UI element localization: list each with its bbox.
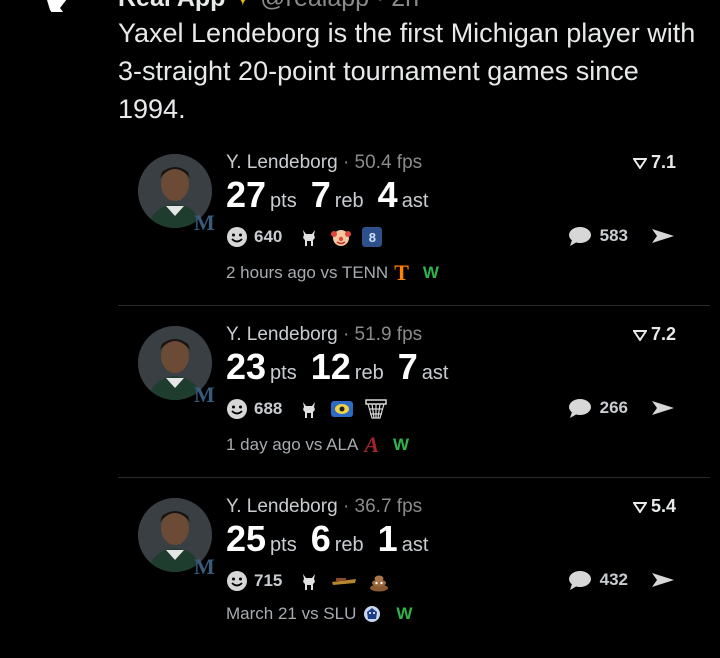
game-result: W	[393, 435, 410, 454]
ast-value: 7	[397, 346, 418, 387]
comment-bubble-icon	[568, 227, 591, 246]
number-8-badge-icon[interactable]: 8	[362, 227, 383, 247]
tennessee-logo-icon: T	[394, 260, 409, 285]
smiley-icon[interactable]	[226, 398, 248, 420]
reb-value: 6	[310, 518, 331, 559]
pts-unit: pts	[270, 534, 297, 556]
eye-badge-icon[interactable]	[330, 398, 354, 420]
fps-value: 50.4 fps	[354, 152, 423, 173]
goat-icon[interactable]	[298, 570, 320, 592]
game-meta: March 21 vs SLU W	[226, 604, 412, 624]
goat-icon[interactable]	[298, 398, 320, 420]
game-card[interactable]: M Y. Lendeborg · 36.7 fps 5.4 25 pts 6 reb 1…	[118, 484, 710, 644]
reaction-bar: 640 8	[226, 226, 383, 248]
michigan-logo-icon: M	[194, 554, 215, 579]
filter-down-icon	[632, 502, 648, 514]
michigan-logo-icon: M	[194, 382, 215, 407]
clown-icon[interactable]	[330, 226, 352, 248]
rating-value: 7.2	[650, 324, 676, 344]
poop-icon[interactable]	[368, 570, 390, 592]
reaction-count: 715	[254, 571, 283, 590]
tweet-text: Yaxel Lendeborg is the first Michigan pl…	[118, 18, 696, 124]
game-time: 2 hours ago vs TENN	[226, 263, 389, 282]
pts-value: 25	[226, 518, 267, 559]
author-name[interactable]: Real App	[118, 0, 225, 12]
game-result: W	[422, 263, 439, 282]
reaction-bar: 715	[226, 570, 390, 592]
fps-value: 36.7 fps	[354, 496, 423, 517]
comment-count: 266	[599, 398, 628, 417]
ast-unit: ast	[421, 362, 449, 384]
reaction-count: 688	[254, 399, 283, 418]
reb-value: 7	[310, 174, 331, 215]
pts-value: 23	[226, 346, 267, 387]
stat-line: 23 pts 12 reb 7 ast	[226, 346, 462, 388]
rating[interactable]: 5.4	[632, 496, 676, 517]
basketball-hoop-icon[interactable]	[364, 398, 388, 420]
sticker-icon[interactable]	[330, 570, 358, 592]
comments[interactable]: 432	[568, 570, 676, 590]
divider	[118, 477, 710, 478]
rating-value: 7.1	[650, 152, 676, 172]
share-arrow-icon[interactable]	[650, 570, 676, 590]
game-time: 1 day ago vs ALA	[226, 435, 359, 454]
post-time: 2h	[391, 0, 419, 12]
ast-unit: ast	[401, 534, 429, 556]
game-meta: 1 day ago vs ALA A W	[226, 432, 409, 458]
reaction-bar: 688	[226, 398, 388, 420]
game-time: March 21 vs SLU	[226, 604, 357, 623]
comment-bubble-icon	[568, 399, 591, 418]
filter-down-icon	[632, 330, 648, 342]
comment-bubble-icon	[568, 571, 591, 590]
game-meta: 2 hours ago vs TENN T W	[226, 260, 439, 286]
fps-value: 51.9 fps	[354, 324, 423, 345]
player-name[interactable]: Y. Lendeborg	[226, 496, 338, 517]
comment-count: 432	[599, 570, 628, 589]
reb-unit: reb	[354, 362, 384, 384]
author-handle[interactable]: @realapp	[260, 0, 369, 12]
comment-count: 583	[599, 226, 628, 245]
ast-value: 1	[377, 518, 398, 559]
reb-unit: reb	[334, 190, 364, 212]
author-line: Real App ✦ @realapp · 2h	[118, 0, 419, 12]
app-logo-icon[interactable]	[40, 0, 80, 12]
reb-value: 12	[310, 346, 351, 387]
game-card[interactable]: M Y. Lendeborg · 51.9 fps 7.2 23 pts 12 reb…	[118, 312, 710, 472]
pts-unit: pts	[270, 190, 297, 212]
rating-value: 5.4	[650, 496, 676, 516]
game-result: W	[396, 604, 413, 623]
comments[interactable]: 583	[568, 226, 676, 246]
more-options-icon[interactable]: •••	[691, 0, 712, 9]
pts-value: 27	[226, 174, 267, 215]
smiley-icon[interactable]	[226, 226, 248, 248]
verified-badge-icon: ✦	[232, 0, 253, 12]
reaction-count: 640	[254, 227, 283, 246]
comments[interactable]: 266	[568, 398, 676, 418]
tweet-header: Real App ✦ @realapp · 2h •••	[0, 0, 720, 12]
stat-line: 25 pts 6 reb 1 ast	[226, 518, 442, 560]
share-arrow-icon[interactable]	[650, 226, 676, 246]
ast-unit: ast	[401, 190, 429, 212]
alabama-logo-icon: A	[364, 432, 380, 457]
player-byline: Y. Lendeborg · 36.7 fps	[226, 496, 423, 517]
player-name[interactable]: Y. Lendeborg	[226, 152, 338, 173]
ast-value: 4	[377, 174, 398, 215]
reb-unit: reb	[334, 534, 364, 556]
share-arrow-icon[interactable]	[650, 398, 676, 418]
player-byline: Y. Lendeborg · 51.9 fps	[226, 324, 423, 345]
pts-unit: pts	[270, 362, 297, 384]
filter-down-icon	[632, 158, 648, 170]
rating[interactable]: 7.2	[632, 324, 676, 345]
player-name[interactable]: Y. Lendeborg	[226, 324, 338, 345]
michigan-logo-icon: M	[194, 210, 215, 235]
game-card[interactable]: M Y. Lendeborg · 50.4 fps 7.1 27 pts 7 reb 4…	[118, 140, 710, 300]
smiley-icon[interactable]	[226, 570, 248, 592]
stat-line: 27 pts 7 reb 4 ast	[226, 174, 442, 216]
rating[interactable]: 7.1	[632, 152, 676, 173]
goat-icon[interactable]	[298, 226, 320, 248]
divider	[118, 305, 710, 306]
slu-billiken-icon	[364, 606, 381, 622]
player-byline: Y. Lendeborg · 50.4 fps	[226, 152, 423, 173]
